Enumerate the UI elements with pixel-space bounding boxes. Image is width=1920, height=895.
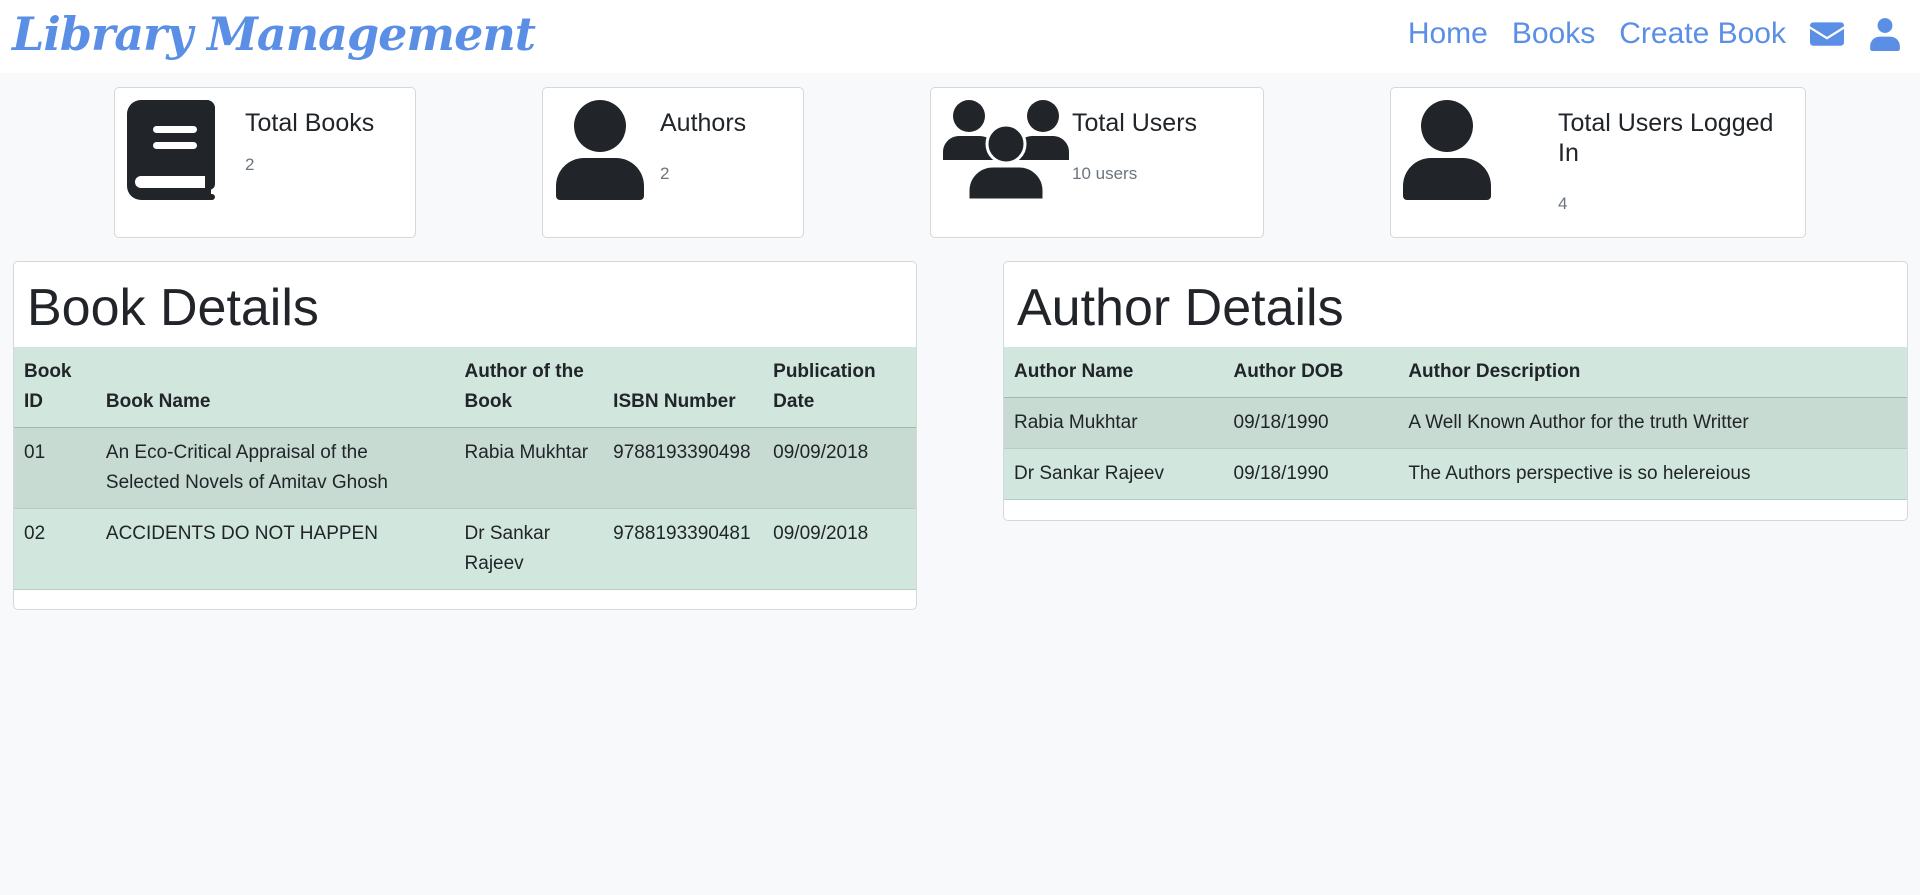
nav-links: Home Books Create Book [1408, 14, 1902, 54]
table-row: Dr Sankar Rajeev 09/18/1990 The Authors … [1004, 448, 1907, 500]
navbar: Library Management Home Books Create Boo… [0, 0, 1920, 73]
author-details-panel: Author Details Author Name Author DOB Au… [1003, 261, 1908, 521]
stat-card-users-logged-in: Total Users Logged In 4 [1390, 87, 1806, 238]
table-cell: 9788193390481 [603, 508, 764, 590]
column-header: Book ID [14, 347, 96, 428]
stat-title: Authors [660, 109, 747, 137]
nav-link-home[interactable]: Home [1408, 14, 1488, 54]
users-group-icon [943, 100, 1069, 200]
user-icon [1403, 100, 1491, 200]
table-header-row: Book ID Book Name Author of the Book ISB… [14, 347, 916, 428]
column-header: ISBN Number [603, 347, 764, 428]
user-icon[interactable] [1868, 17, 1902, 51]
author-details-title: Author Details [1017, 279, 1344, 337]
table-cell: Rabia Mukhtar [1004, 397, 1224, 449]
table-cell: An Eco-Critical Appraisal of the Selecte… [95, 427, 455, 509]
envelope-icon[interactable] [1810, 17, 1844, 51]
book-icon [127, 100, 215, 200]
stat-value: 2 [245, 155, 255, 174]
stat-card-total-books: Total Books 2 [114, 87, 416, 238]
table-cell: 09/18/1990 [1223, 397, 1399, 449]
table-cell: 01 [14, 427, 96, 509]
book-details-title: Book Details [27, 279, 319, 337]
table-cell: ACCIDENTS DO NOT HAPPEN [95, 508, 455, 590]
nav-link-create-book[interactable]: Create Book [1619, 14, 1786, 54]
table-cell: Rabia Mukhtar [454, 427, 604, 509]
stat-title: Total Users Logged In [1558, 109, 1774, 167]
stat-card-authors: Authors 2 [542, 87, 804, 238]
brand-logo[interactable]: Library Management [12, 2, 536, 66]
table-cell: The Authors perspective is so helereious [1398, 448, 1907, 500]
book-details-panel: Book Details Book ID Book Name Author of… [13, 261, 917, 610]
table-row: 02 ACCIDENTS DO NOT HAPPEN Dr Sankar Raj… [14, 508, 916, 590]
table-cell: 02 [14, 508, 96, 590]
column-header: Author Name [1004, 347, 1224, 398]
stat-title: Total Users [1072, 109, 1198, 137]
table-cell: Dr Sankar Rajeev [1004, 448, 1224, 500]
table-header-row: Author Name Author DOB Author Descriptio… [1004, 347, 1907, 398]
table-row: 01 An Eco-Critical Appraisal of the Sele… [14, 427, 916, 509]
column-header: Author Description [1398, 347, 1907, 398]
table-cell: A Well Known Author for the truth Writte… [1398, 397, 1907, 449]
column-header: Publication Date [763, 347, 916, 428]
user-icon [556, 100, 644, 200]
stat-value: 10 users [1072, 164, 1138, 183]
nav-link-books[interactable]: Books [1512, 14, 1595, 54]
table-cell: Dr Sankar Rajeev [454, 508, 604, 590]
table-cell: 9788193390498 [603, 427, 764, 509]
stat-value: 4 [1558, 194, 1568, 213]
table-cell: 09/09/2018 [763, 508, 916, 590]
stat-title: Total Books [245, 109, 375, 137]
book-details-table: Book ID Book Name Author of the Book ISB… [14, 347, 916, 590]
column-header: Book Name [95, 347, 455, 428]
stat-value: 2 [660, 164, 670, 183]
author-details-table: Author Name Author DOB Author Descriptio… [1004, 347, 1907, 500]
column-header: Author DOB [1223, 347, 1399, 398]
column-header: Author of the Book [454, 347, 604, 428]
table-cell: 09/09/2018 [763, 427, 916, 509]
stat-card-total-users: Total Users 10 users [930, 87, 1264, 238]
table-row: Rabia Mukhtar 09/18/1990 A Well Known Au… [1004, 397, 1907, 449]
table-cell: 09/18/1990 [1223, 448, 1399, 500]
